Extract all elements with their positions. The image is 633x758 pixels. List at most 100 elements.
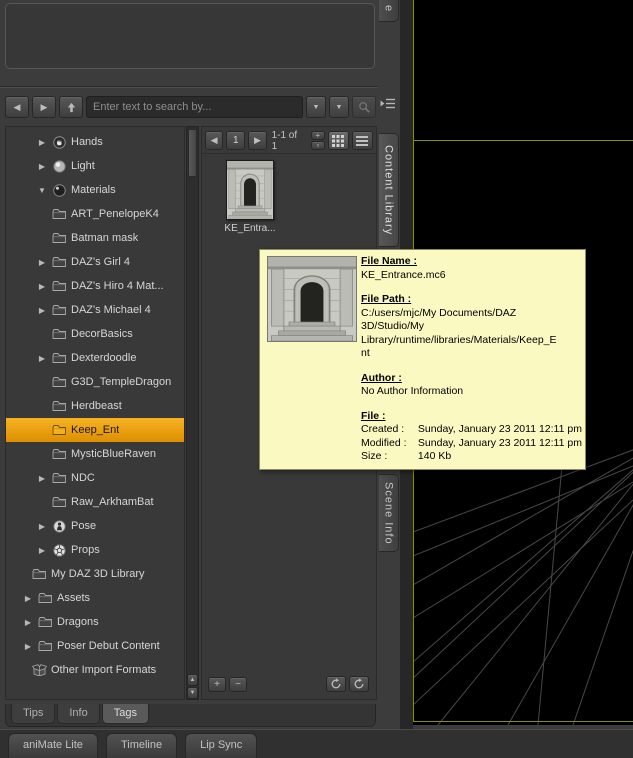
tree-item-materials[interactable]: ▼ Materials [6, 178, 184, 202]
size-value: 140 Kb [417, 450, 452, 462]
expand-arrow-icon[interactable]: ▶ [36, 354, 48, 363]
tree-item-label: Raw_ArkhamBat [71, 496, 154, 508]
tree-item-herdbeast[interactable]: Herdbeast [6, 394, 184, 418]
grid-view-button[interactable] [327, 131, 349, 150]
scrollbar-thumb[interactable] [188, 129, 197, 177]
tab-tags[interactable]: Tags [101, 704, 149, 724]
tab-info[interactable]: Info [57, 704, 100, 724]
tab-animate-lite[interactable]: aniMate Lite [8, 733, 98, 758]
tree-item-poser-debut-content[interactable]: ▶ Poser Debut Content [6, 634, 184, 658]
resync-icon [354, 678, 364, 689]
thumb-size-down-button[interactable]: ▫ [310, 141, 325, 150]
tree-item-ndc[interactable]: ▶ NDC [6, 466, 184, 490]
light-icon [52, 159, 67, 173]
tree-item-label: Materials [71, 184, 116, 196]
tree-item-keep-ent[interactable]: Keep_Ent [6, 418, 184, 442]
page-number[interactable]: 1 [226, 131, 246, 150]
search-button[interactable] [352, 96, 376, 118]
grid-view-icon [332, 134, 345, 147]
expand-arrow-icon[interactable]: ▶ [22, 618, 34, 627]
add-category-button[interactable]: + [208, 677, 226, 692]
content-item-ke-entrance[interactable]: KE_Entra... [220, 160, 280, 234]
tree-item-assets[interactable]: ▶ Assets [6, 586, 184, 610]
tree-item-label: DAZ's Girl 4 [71, 256, 130, 268]
expand-arrow-icon[interactable]: ▶ [36, 162, 48, 171]
tree-item-batman-mask[interactable]: Batman mask [6, 226, 184, 250]
pane-bottom-tabs: Tips Info Tags [5, 704, 376, 727]
search-toolbar: ◀ ▶ ▼ ▼ [5, 95, 376, 119]
tree-item-label: NDC [71, 472, 95, 484]
folder-tree: ▶ Hands ▶ Light ▼ Materials ART_PenelopeK4 Batm… [5, 126, 185, 700]
tree-item-label: Other Import Formats [51, 664, 157, 676]
folder-icon [52, 351, 67, 365]
file-name-heading: File Name : [361, 255, 418, 267]
tree-item-daz-s-hiro-4-mat[interactable]: ▶ DAZ's Hiro 4 Mat... [6, 274, 184, 298]
forward-button[interactable]: ▶ [32, 96, 56, 118]
partial-tab[interactable]: e [379, 0, 399, 22]
expand-arrow-icon[interactable]: ▶ [36, 474, 48, 483]
tab-tips[interactable]: Tips [11, 704, 56, 724]
perspective-grid [413, 449, 633, 725]
tree-item-label: Batman mask [71, 232, 139, 244]
tab-content-library[interactable]: Content Library [379, 133, 399, 247]
resync-button[interactable] [349, 676, 369, 692]
list-view-button[interactable] [351, 131, 374, 150]
tree-item-art-penelopek4[interactable]: ART_PenelopeK4 [6, 202, 184, 226]
thumb-size-up-button[interactable]: + [310, 131, 325, 140]
file-path-heading: File Path : [361, 293, 412, 305]
tree-item-label: Assets [57, 592, 91, 604]
scroll-up-button[interactable]: ▲ [187, 674, 198, 686]
scroll-down-button[interactable]: ▼ [187, 687, 198, 699]
filter-dropdown[interactable]: ▼ [329, 96, 349, 118]
tree-item-label: DAZ's Hiro 4 Mat... [71, 280, 164, 292]
page-next-button[interactable]: ▶ [248, 131, 267, 150]
tree-item-mysticblueraven[interactable]: MysticBlueRaven [6, 442, 184, 466]
tree-item-dragons[interactable]: ▶ Dragons [6, 610, 184, 634]
tree-item-other-import-formats[interactable]: Other Import Formats [6, 658, 184, 682]
tree-item-decorbasics[interactable]: DecorBasics [6, 322, 184, 346]
expand-arrow-icon[interactable]: ▶ [36, 546, 48, 555]
refresh-button[interactable] [326, 676, 346, 692]
folder-icon [52, 399, 67, 413]
tree-item-g3d-templedragon[interactable]: G3D_TempleDragon [6, 370, 184, 394]
tree-item-daz-s-michael-4[interactable]: ▶ DAZ's Michael 4 [6, 298, 184, 322]
expand-arrow-icon[interactable]: ▶ [36, 282, 48, 291]
page-prev-button[interactable]: ◀ [205, 131, 224, 150]
size-row: Size : 140 Kb [361, 450, 561, 464]
tab-timeline[interactable]: Timeline [105, 733, 178, 758]
tree-scrollbar[interactable]: ▲ ▼ [186, 126, 199, 700]
folder-icon [32, 567, 47, 581]
folder-icon [52, 375, 67, 389]
file-path-value: C:/users/mjc/My Documents/DAZ 3D/Studio/… [361, 306, 557, 360]
expand-arrow-icon[interactable]: ▶ [36, 306, 48, 315]
pane-divider [0, 86, 378, 88]
expand-arrow-icon[interactable]: ▶ [22, 594, 34, 603]
tree-item-hands[interactable]: ▶ Hands [6, 130, 184, 154]
folder-icon [52, 255, 67, 269]
expand-arrow-icon[interactable]: ▶ [36, 138, 48, 147]
tree-item-light[interactable]: ▶ Light [6, 154, 184, 178]
tree-item-pose[interactable]: ▶ Pose [6, 514, 184, 538]
tree-item-dexterdoodle[interactable]: ▶ Dexterdoodle [6, 346, 184, 370]
search-options-dropdown[interactable]: ▼ [306, 96, 326, 118]
back-button[interactable]: ◀ [5, 96, 29, 118]
up-level-button[interactable] [59, 96, 83, 118]
tab-lip-sync[interactable]: Lip Sync [185, 733, 258, 758]
entrance-thumbnail-image[interactable] [226, 160, 274, 220]
search-input[interactable] [86, 96, 303, 118]
expand-arrow-icon[interactable]: ▶ [22, 642, 34, 651]
remove-category-button[interactable]: − [229, 677, 247, 692]
created-value: Sunday, January 23 2011 12:11 pm [417, 423, 582, 435]
expand-arrow-icon[interactable]: ▶ [36, 258, 48, 267]
file-name-value: KE_Entrance.mc6 [361, 268, 446, 281]
tree-item-raw-arkhambat[interactable]: Raw_ArkhamBat [6, 490, 184, 514]
collapse-arrow-icon[interactable]: ▼ [36, 186, 48, 195]
pane-placeholder [5, 3, 375, 69]
tab-scene-info[interactable]: Scene Info [379, 474, 399, 552]
tree-item-daz-s-girl-4[interactable]: ▶ DAZ's Girl 4 [6, 250, 184, 274]
folder-icon [38, 591, 53, 605]
expand-arrow-icon[interactable]: ▶ [36, 522, 48, 531]
tree-item-label: My DAZ 3D Library [51, 568, 145, 580]
tree-item-props[interactable]: ▶ Props [6, 538, 184, 562]
tree-item-my-daz-3d-library[interactable]: My DAZ 3D Library [6, 562, 184, 586]
